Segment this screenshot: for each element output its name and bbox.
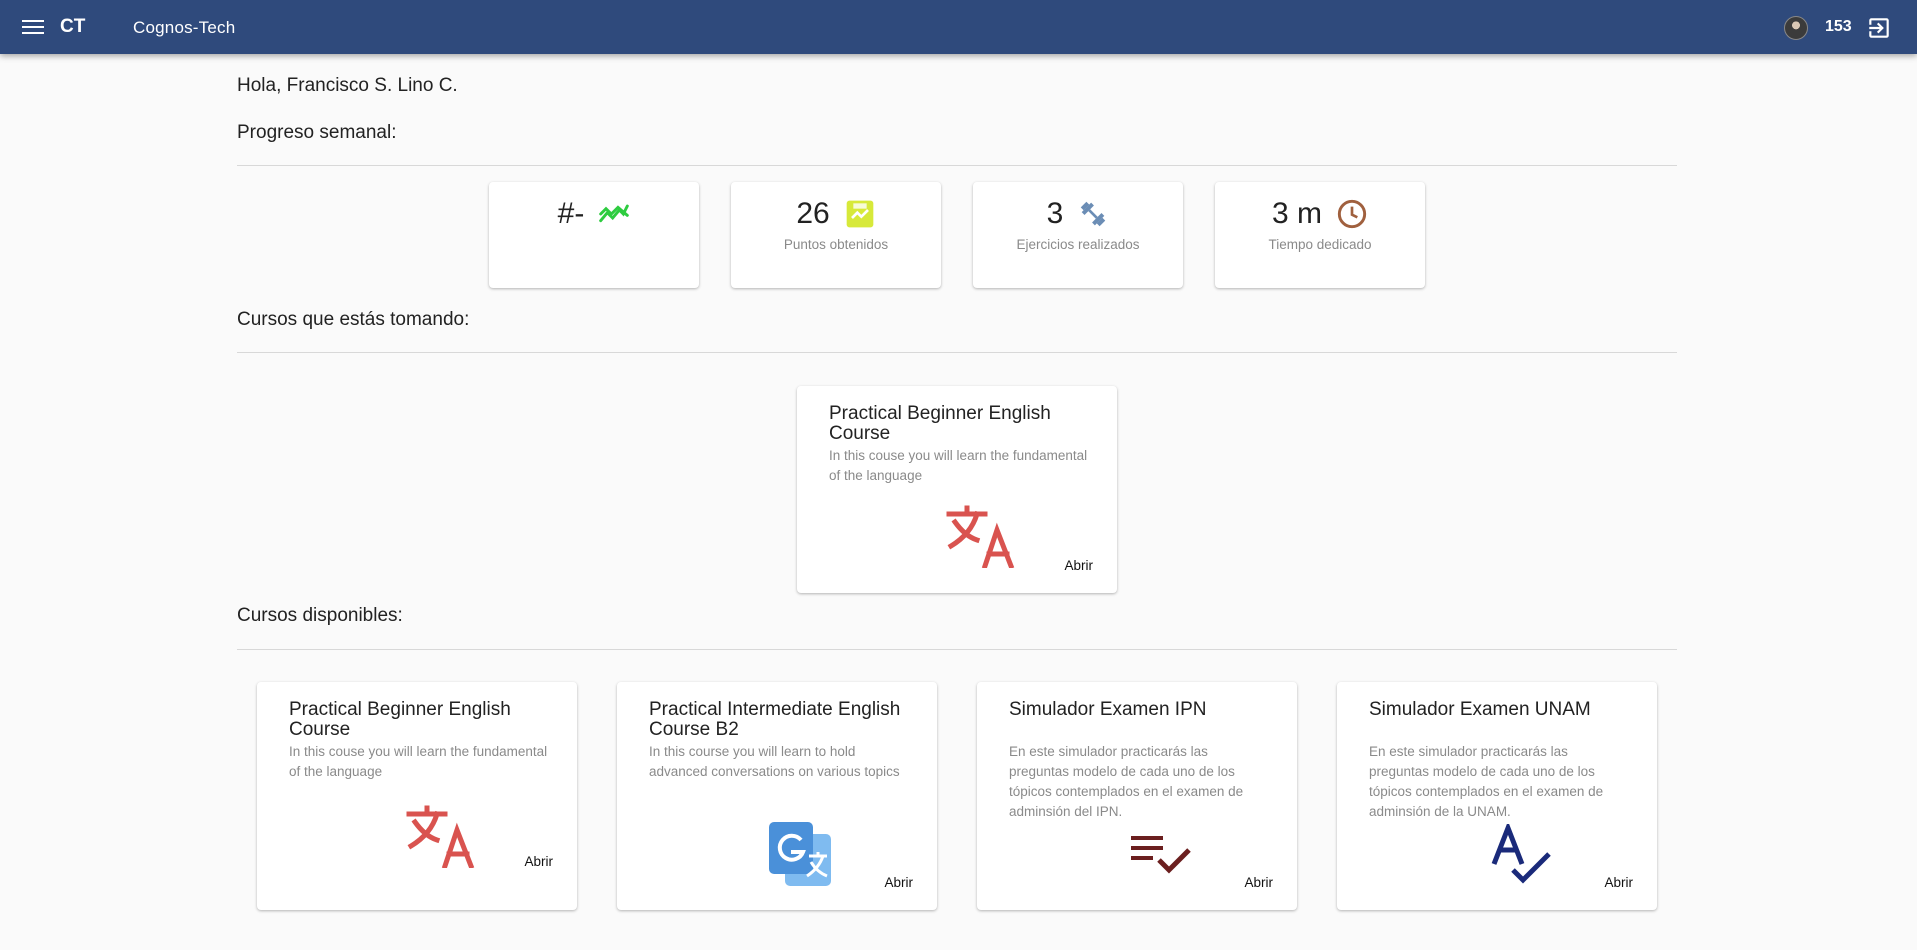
brand-logo[interactable]: CT (60, 16, 85, 38)
course-title: Practical Beginner English Course (289, 699, 511, 740)
stat-value: #- (557, 197, 585, 230)
app-title: Cognos-Tech (133, 18, 236, 37)
points-badge-icon (846, 200, 874, 228)
logout-icon[interactable] (1866, 15, 1892, 41)
course-desc: En este simulador practicarás las pregun… (1009, 744, 1244, 819)
open-course-button[interactable]: Abrir (524, 854, 553, 869)
translate-icon (406, 805, 475, 868)
stat-card-exercises: 3 Ejercicios realizados (973, 182, 1183, 288)
open-course-button[interactable]: Abrir (1064, 558, 1093, 573)
avatar[interactable] (1784, 16, 1808, 40)
open-course-button[interactable]: Abrir (1244, 875, 1273, 890)
course-title: Simulador Examen UNAM (1369, 699, 1591, 720)
divider (237, 165, 1677, 166)
stat-card-rank: #- (489, 182, 699, 288)
available-courses-title: Cursos disponibles: (237, 605, 403, 626)
greeting: Hola, Francisco S. Lino C. (237, 75, 458, 96)
course-desc: In this couse you will learn the fundame… (289, 744, 548, 779)
course-desc: In this course you will learn to hold ad… (649, 744, 900, 779)
course-title: Simulador Examen IPN (1009, 699, 1207, 720)
stat-value: 26 (796, 197, 830, 230)
stat-card-points: 26 Puntos obtenidos (731, 182, 941, 288)
points-counter: 153 (1825, 18, 1852, 35)
stat-label: Puntos obtenidos (783, 237, 889, 252)
available-course-card: Practical Intermediate English Course B2… (617, 682, 937, 910)
translate-icon (946, 505, 1015, 568)
checklist-icon (1131, 836, 1191, 874)
clock-icon (1337, 199, 1367, 229)
divider (237, 649, 1677, 650)
menu-icon[interactable] (20, 16, 46, 38)
stat-value: 3 (1046, 197, 1064, 230)
spellcheck-icon (1491, 824, 1551, 884)
available-course-card: Simulador Examen IPN En este simulador p… (977, 682, 1297, 910)
stat-label: Tiempo dedicado (1268, 237, 1372, 252)
stat-card-time: 3 m Tiempo dedicado (1215, 182, 1425, 288)
available-course-card: Practical Beginner English Course In thi… (257, 682, 577, 910)
course-title: Practical Beginner English Course (829, 403, 1051, 444)
stat-label: Ejercicios realizados (1016, 237, 1140, 252)
open-course-button[interactable]: Abrir (884, 875, 913, 890)
available-course-card: Simulador Examen UNAM En este simulador … (1337, 682, 1657, 910)
top-app-bar: CT Cognos-Tech 153 (0, 0, 1917, 54)
stat-value: 3 m (1271, 197, 1322, 230)
course-desc: In this couse you will learn the fundame… (829, 448, 1088, 483)
course-title: Practical Intermediate English Course B2 (649, 699, 901, 740)
course-desc: En este simulador practicarás las pregun… (1369, 744, 1604, 819)
dumbbell-icon (1081, 201, 1106, 227)
divider (237, 352, 1677, 353)
google-translate-icon (769, 822, 831, 886)
trending-icon (599, 204, 630, 223)
current-course-card: Practical Beginner English Course In thi… (797, 386, 1117, 593)
current-courses-title: Cursos que estás tomando: (237, 309, 470, 330)
weekly-progress-title: Progreso semanal: (237, 122, 397, 143)
open-course-button[interactable]: Abrir (1604, 875, 1633, 890)
